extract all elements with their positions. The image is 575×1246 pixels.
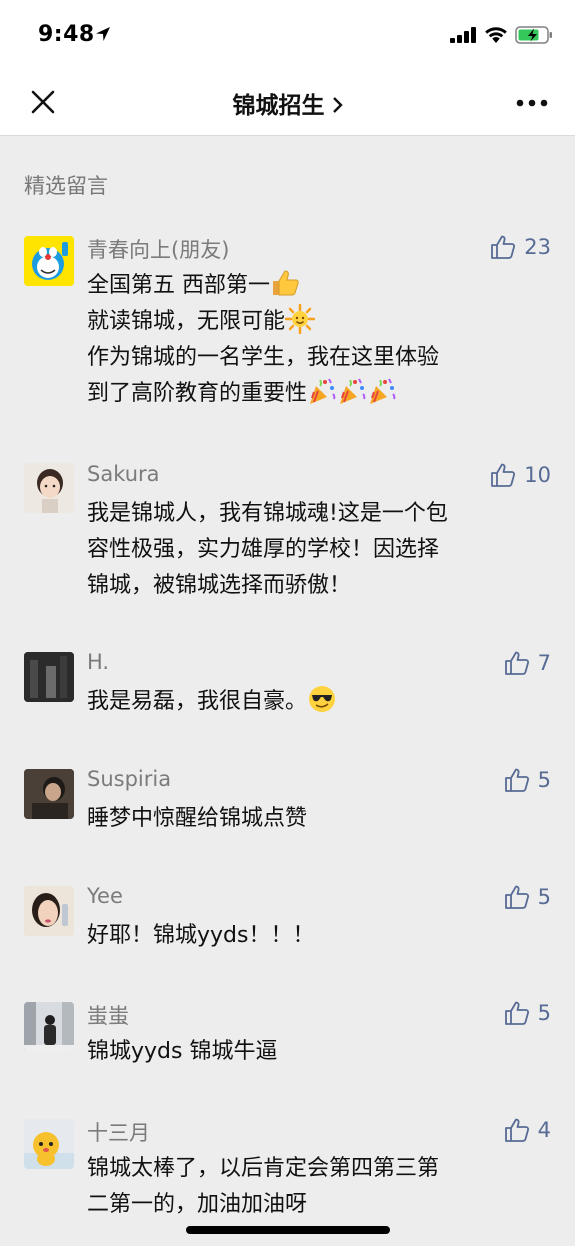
- comment-line: 锦城，被锦城选择而骄傲！: [87, 573, 352, 598]
- comment-text: 我是锦城人，我有锦城魂!这是一个包 容性极强，实力雄厚的学校！因选择 锦城，被锦…: [87, 496, 537, 604]
- like-count: 4: [537, 1118, 551, 1142]
- thumbs-up-icon: [504, 885, 529, 909]
- like-button[interactable]: 5: [504, 1000, 551, 1026]
- doraemon-avatar-image: [24, 236, 74, 286]
- sun-emoji: [285, 304, 316, 334]
- comment-line: 睡梦中惊醒给锦城点赞: [87, 806, 308, 831]
- home-indicator[interactable]: [186, 1226, 390, 1234]
- avatar[interactable]: [24, 652, 74, 702]
- comment-item: H. 7 我是易磊，我很自豪。: [0, 648, 575, 728]
- comment-item: Yee 5 好耶！锦城yyds！！！: [0, 882, 575, 962]
- party-popper-emoji: [370, 378, 396, 404]
- comment-author: Suspiria: [87, 767, 172, 791]
- comment-line: 全国第五 西部第一: [87, 273, 270, 298]
- status-time: 9:48: [38, 22, 95, 47]
- dark-photo-avatar-image: [24, 652, 74, 702]
- more-icon[interactable]: [516, 98, 548, 108]
- comment-author: 十三月: [87, 1121, 150, 1145]
- comment-line: 好耶！锦城yyds！！！: [87, 923, 315, 948]
- comment-line: 容性极强，实力雄厚的学校！因选择: [87, 537, 440, 562]
- comment-item: 十三月 4 锦城太棒了，以后肯定会第四第三第 二第一的，加油加油呀: [0, 1115, 575, 1225]
- thumbs-up-icon: [491, 463, 516, 487]
- comment-text: 睡梦中惊醒给锦城点赞: [87, 801, 537, 837]
- thumbs-up-icon: [491, 235, 516, 259]
- like-button[interactable]: 4: [504, 1117, 551, 1143]
- like-button[interactable]: 5: [504, 884, 551, 910]
- wifi-icon: [485, 27, 507, 43]
- comment-author: Yee: [87, 884, 123, 908]
- like-count: 7: [537, 651, 551, 675]
- cool-sunglasses-emoji: [309, 686, 336, 712]
- avatar[interactable]: [24, 886, 74, 936]
- comment-text: 好耶！锦城yyds！！！: [87, 918, 537, 954]
- like-button[interactable]: 7: [504, 650, 551, 676]
- comment-author: 蚩蚩: [87, 1004, 129, 1028]
- comment-item: 青春向上(朋友) 23 全国第五 西部第一 就读锦城，无限可能 作为锦城的一名学…: [0, 232, 575, 432]
- person-photo-avatar-image: [24, 769, 74, 819]
- status-bar: 9:48: [0, 0, 575, 70]
- like-count: 10: [524, 463, 551, 487]
- like-button[interactable]: 23: [490, 234, 551, 260]
- avatar[interactable]: [24, 1119, 74, 1169]
- comment-line: 就读锦城，无限可能: [87, 309, 286, 334]
- cartoon-avatar-image: [24, 1119, 74, 1169]
- like-count: 5: [537, 1001, 551, 1025]
- like-count: 5: [537, 768, 551, 792]
- party-popper-emoji: [310, 378, 336, 404]
- comment-author: Sakura: [87, 462, 160, 486]
- comment-author: 青春向上(朋友): [87, 238, 230, 262]
- section-title: 精选留言: [24, 174, 108, 198]
- comment-item: 蚩蚩 5 锦城yyds 锦城牛逼: [0, 998, 575, 1078]
- comment-author: H.: [87, 650, 110, 674]
- avatar[interactable]: [24, 236, 74, 286]
- party-popper-emoji: [340, 378, 366, 404]
- child-photo-avatar-image: [24, 463, 74, 513]
- comment-line: 锦城太棒了，以后肯定会第四第三第: [87, 1156, 440, 1181]
- thumbs-up-icon: [504, 651, 529, 675]
- signal-icon: [450, 27, 476, 43]
- comment-line: 到了高阶教育的重要性: [87, 381, 308, 406]
- comment-line: 作为锦城的一名学生，我在这里体验: [87, 345, 440, 370]
- account-title-link[interactable]: 锦城招生: [0, 86, 575, 120]
- avatar[interactable]: [24, 1002, 74, 1052]
- comment-line: 我是锦城人，我有锦城魂!这是一个包: [87, 501, 448, 526]
- page-title: 锦城招生: [232, 93, 325, 119]
- nav-bar: 锦城招生: [0, 70, 575, 136]
- like-button[interactable]: 5: [504, 767, 551, 793]
- comment-line: 二第一的，加油加油呀: [87, 1192, 308, 1217]
- comment-item: Suspiria 5 睡梦中惊醒给锦城点赞: [0, 765, 575, 845]
- avatar[interactable]: [24, 463, 74, 513]
- chevron-right-icon: [332, 97, 343, 113]
- comment-line: 锦城yyds 锦城牛逼: [87, 1039, 278, 1064]
- comment-line: 我是易磊，我很自豪。: [87, 689, 308, 714]
- street-photo-avatar-image: [24, 1002, 74, 1052]
- comment-text: 我是易磊，我很自豪。: [87, 684, 537, 720]
- comment-text: 全国第五 西部第一 就读锦城，无限可能 作为锦城的一名学生，我在这里体验 到了高…: [87, 268, 537, 412]
- comment-text: 锦城太棒了，以后肯定会第四第三第 二第一的，加油加油呀: [87, 1151, 537, 1223]
- battery-charging-icon: [515, 26, 552, 44]
- like-count: 5: [537, 885, 551, 909]
- face-photo-avatar-image: [24, 886, 74, 936]
- thumbs-up-emoji: [273, 270, 299, 296]
- comment-item: Sakura 10 我是锦城人，我有锦城魂!这是一个包 容性极强，实力雄厚的学校…: [0, 460, 575, 610]
- avatar[interactable]: [24, 769, 74, 819]
- thumbs-up-icon: [504, 1118, 529, 1142]
- like-count: 23: [524, 235, 551, 259]
- thumbs-up-icon: [504, 1001, 529, 1025]
- comment-text: 锦城yyds 锦城牛逼: [87, 1034, 537, 1070]
- like-button[interactable]: 10: [490, 462, 551, 488]
- location-arrow-icon: [96, 27, 110, 41]
- thumbs-up-icon: [504, 768, 529, 792]
